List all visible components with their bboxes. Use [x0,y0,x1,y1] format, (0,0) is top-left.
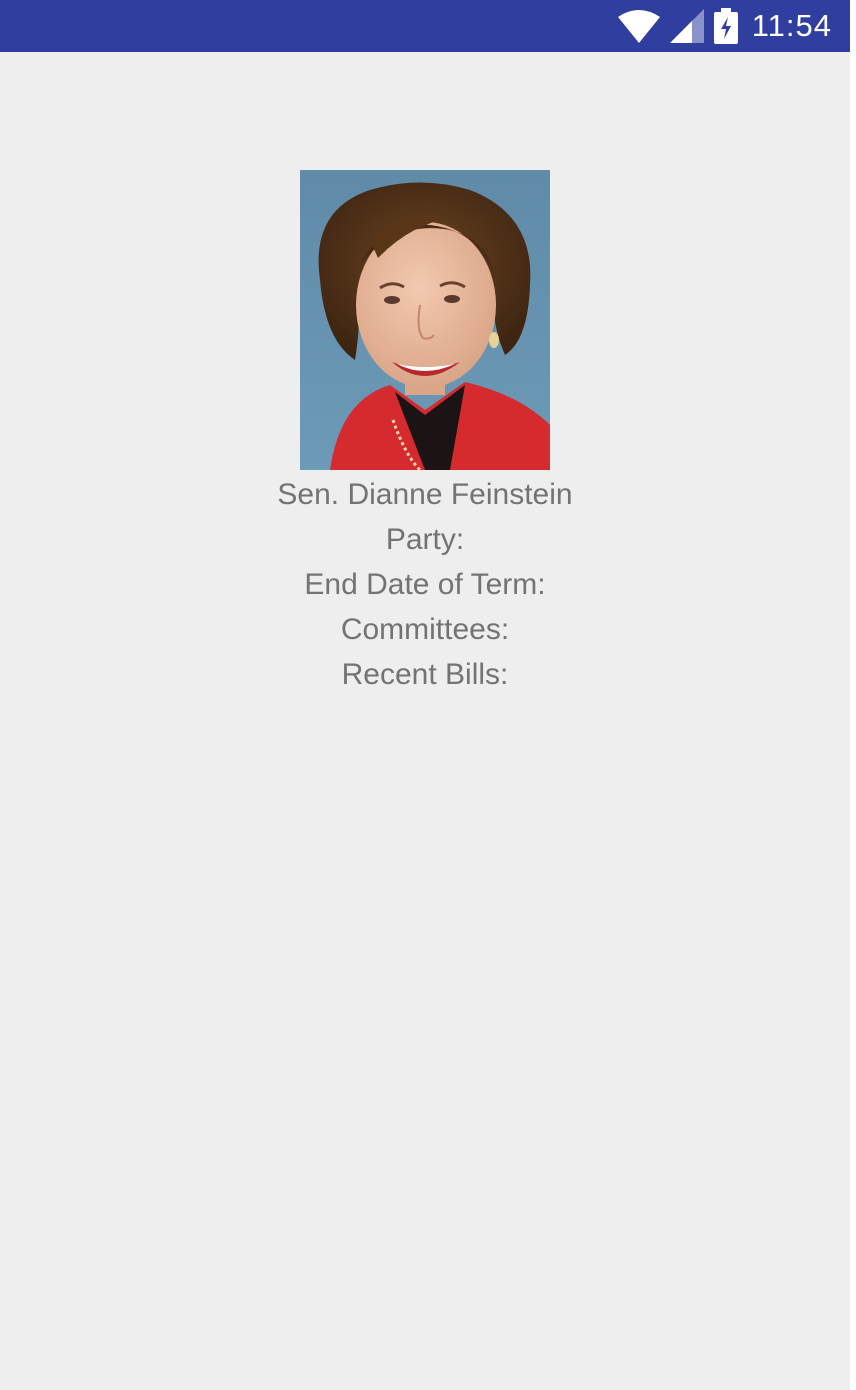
end-date-label: End Date of Term: [304,568,546,601]
wifi-icon [617,10,660,43]
committees-label: Committees: [340,613,510,646]
app-screen: 11:54 Sen. Dianne Feinstein Party: End D… [0,0,850,1390]
party-label: Party: [385,523,465,556]
senator-detail: Sen. Dianne Feinstein Party: End Date of… [0,52,850,697]
status-bar: 11:54 [0,0,850,52]
cell-signal-icon [669,9,704,43]
senator-portrait [300,170,550,470]
status-clock: 11:54 [751,8,832,43]
screen-edge [850,0,856,1390]
senator-name: Sen. Dianne Feinstein [277,478,573,511]
status-icons: 11:54 [617,0,832,52]
recent-bills-label: Recent Bills: [341,658,509,691]
battery-charging-icon [713,8,738,44]
